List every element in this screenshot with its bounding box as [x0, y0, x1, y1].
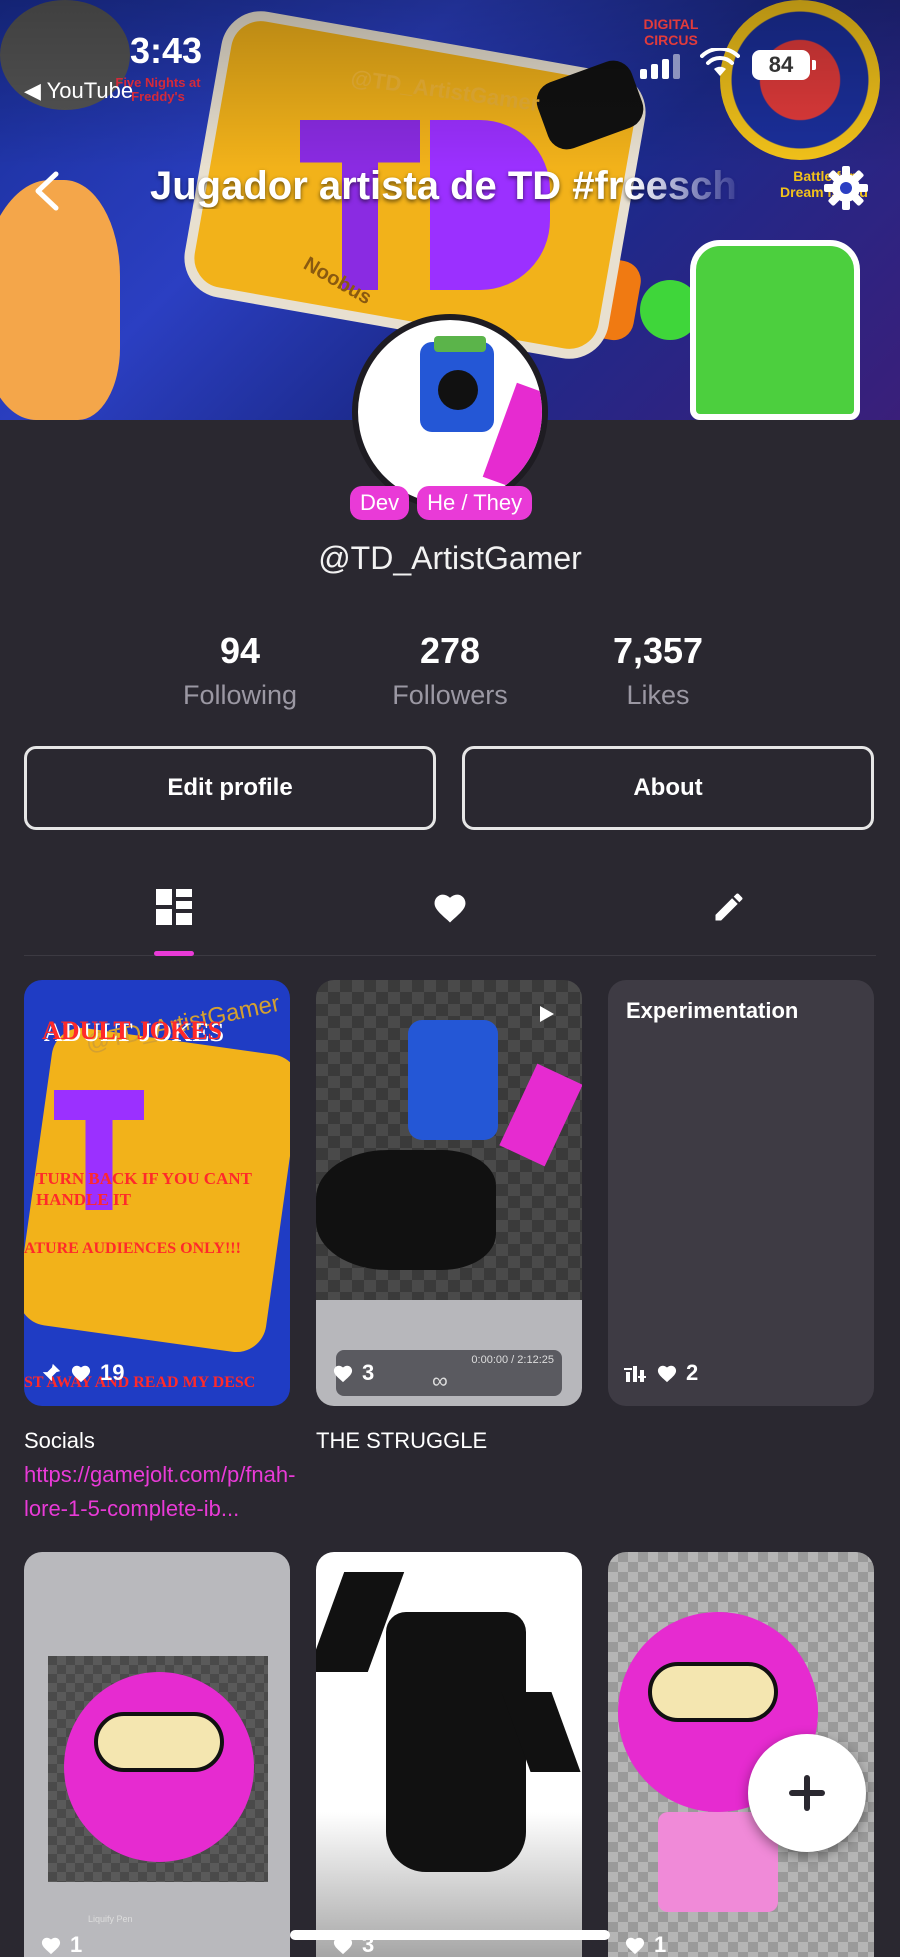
status-bar: 3:43 ◀ YouTube 84 [0, 0, 900, 103]
top-nav: Jugador artista de TD #freesch [0, 160, 900, 220]
battery-indicator: 84 [752, 50, 816, 80]
chart-icon [624, 1366, 646, 1382]
post-card[interactable]: Experimentation 2 [608, 980, 874, 1406]
post-image-title: ADULT JOKES [42, 1016, 222, 1045]
back-arrow-icon[interactable] [28, 166, 68, 216]
stat-value: 278 [419, 630, 481, 671]
status-time: 3:43 [130, 30, 203, 71]
content-tabs [24, 872, 876, 956]
stat-following[interactable]: 94 Following [140, 630, 340, 711]
active-tab-indicator [154, 951, 194, 956]
pencil-icon [715, 893, 743, 921]
post-stats: 19 [40, 1360, 124, 1386]
like-count: 19 [100, 1360, 125, 1385]
post-card[interactable]: @TD_ArtistGamer ADULT JOKES TURN BACK IF… [24, 980, 290, 1406]
post-card[interactable]: Liquify Pen 1 [24, 1552, 290, 1957]
post-stats: 1 [40, 1932, 82, 1957]
create-post-button[interactable] [748, 1734, 866, 1852]
home-indicator[interactable] [290, 1930, 610, 1940]
post-stats: 2 [624, 1360, 698, 1386]
stat-likes: 7,357 Likes [558, 630, 758, 711]
username: @TD_ArtistGamer [318, 540, 582, 576]
stat-label: Following [182, 680, 298, 710]
edit-profile-button[interactable]: Edit profile [24, 746, 436, 830]
post-image-warning: TURN BACK IF YOU CANT HANDLE IT [36, 1169, 252, 1209]
pin-icon [42, 1363, 61, 1382]
tag-dev: Dev [350, 486, 410, 520]
stat-label: Likes [626, 680, 690, 710]
video-time: 0:00:00 / 2:12:25 [471, 1354, 554, 1366]
stat-label: Followers [392, 680, 508, 710]
caption-text: Socials [24, 1428, 95, 1453]
tab-likes[interactable] [425, 882, 475, 932]
heart-icon [657, 1365, 677, 1383]
post-card[interactable]: 3 [316, 1552, 582, 1957]
tool-label: Liquify Pen [88, 1914, 133, 1924]
stat-followers[interactable]: 278 Followers [350, 630, 550, 711]
about-button[interactable]: About [462, 746, 874, 830]
post-card[interactable]: 0:00:00 / 2:12:25 ∞ 3 [316, 980, 582, 1406]
play-icon [540, 1006, 554, 1022]
like-count: 1 [654, 1932, 667, 1957]
gear-icon[interactable] [822, 164, 870, 212]
heart-icon [71, 1365, 91, 1383]
heart-icon [434, 894, 466, 923]
like-count: 3 [362, 1360, 375, 1385]
profile-tags: Dev He / They [350, 486, 533, 520]
tab-posts[interactable] [149, 882, 199, 932]
stat-value: 94 [219, 630, 261, 671]
back-to-app-link[interactable]: ◀ YouTube [24, 78, 133, 104]
grid-icon [156, 889, 192, 925]
post-stats: 1 [624, 1932, 666, 1957]
heart-icon [41, 1937, 61, 1955]
post-title: Experimentation [626, 998, 799, 1023]
like-count: 2 [686, 1360, 699, 1385]
tag-pronouns: He / They [417, 486, 533, 520]
like-count: 1 [70, 1932, 83, 1957]
post-caption: THE STRUGGLE [316, 1428, 488, 1453]
stat-value: 7,357 [612, 630, 704, 671]
wifi-icon [700, 48, 740, 76]
heart-icon [625, 1937, 645, 1955]
post-stats: 3 [332, 1360, 374, 1386]
page-title: Jugador artista de TD #freesch [150, 164, 737, 208]
signal-icon [640, 54, 680, 79]
caption-link[interactable]: https://gamejolt.com/p/fnah-lore-1-5-com… [24, 1462, 295, 1521]
post-image-audience: ATURE AUDIENCES ONLY!!! [24, 1240, 241, 1257]
loop-icon: ∞ [432, 1368, 448, 1393]
tab-drafts[interactable] [704, 882, 754, 932]
avatar[interactable] [352, 314, 548, 510]
post-caption: Socials https://gamejolt.com/p/fnah-lore… [24, 1424, 295, 1526]
heart-icon [333, 1365, 353, 1383]
plus-icon [789, 1775, 825, 1811]
